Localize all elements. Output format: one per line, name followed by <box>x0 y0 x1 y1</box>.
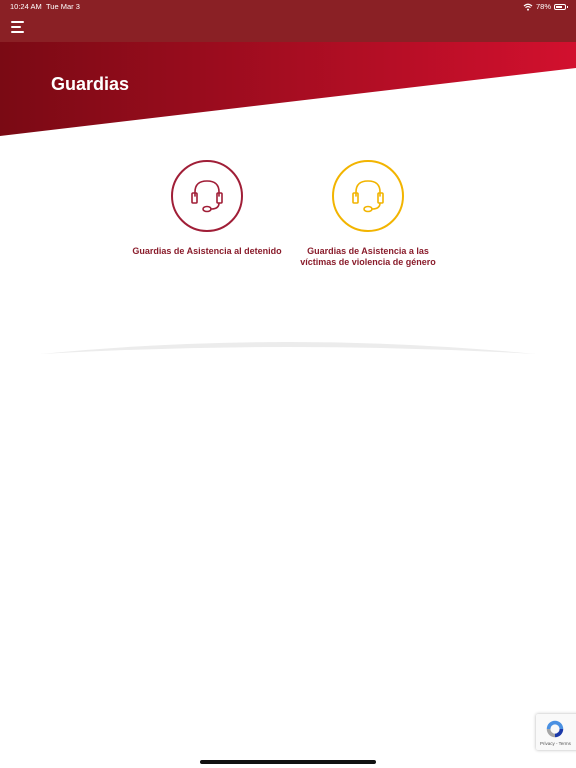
shadow-divider <box>40 332 536 362</box>
page-title: Guardias <box>51 74 130 94</box>
card-asistencia-detenido[interactable]: Guardias de Asistencia al detenido <box>122 160 292 257</box>
card-label-line1: Guardias de Asistencia al detenido <box>132 246 282 256</box>
battery-icon <box>554 4 568 10</box>
status-time: 10:24 AM <box>10 2 42 11</box>
status-date: Tue Mar 3 <box>46 2 80 11</box>
recaptcha-terms-link[interactable]: Privacy - Terms <box>540 741 571 746</box>
card-label: Guardias de Asistencia al detenido <box>122 246 292 257</box>
recaptcha-badge[interactable]: Privacy - Terms <box>536 714 576 750</box>
hamburger-menu-button[interactable] <box>11 20 27 34</box>
card-icon-circle <box>332 160 404 232</box>
recaptcha-icon <box>546 720 564 738</box>
home-indicator[interactable] <box>200 760 376 764</box>
battery-percent: 78% <box>535 2 551 11</box>
status-right: 78% <box>523 0 568 14</box>
status-bar: 10:24 AM Tue Mar 3 78% <box>0 0 576 14</box>
headset-icon <box>352 180 384 213</box>
card-icon-circle <box>171 160 243 232</box>
card-label-line2: víctimas de violencia de género <box>300 256 436 267</box>
headset-icon <box>191 180 223 213</box>
card-label: Guardias de Asistencia a las víctimas de… <box>283 246 453 267</box>
wifi-icon <box>523 3 533 11</box>
card-label-line1: Guardias de Asistencia a las <box>307 246 429 256</box>
card-asistencia-victimas[interactable]: Guardias de Asistencia a las víctimas de… <box>283 160 453 267</box>
